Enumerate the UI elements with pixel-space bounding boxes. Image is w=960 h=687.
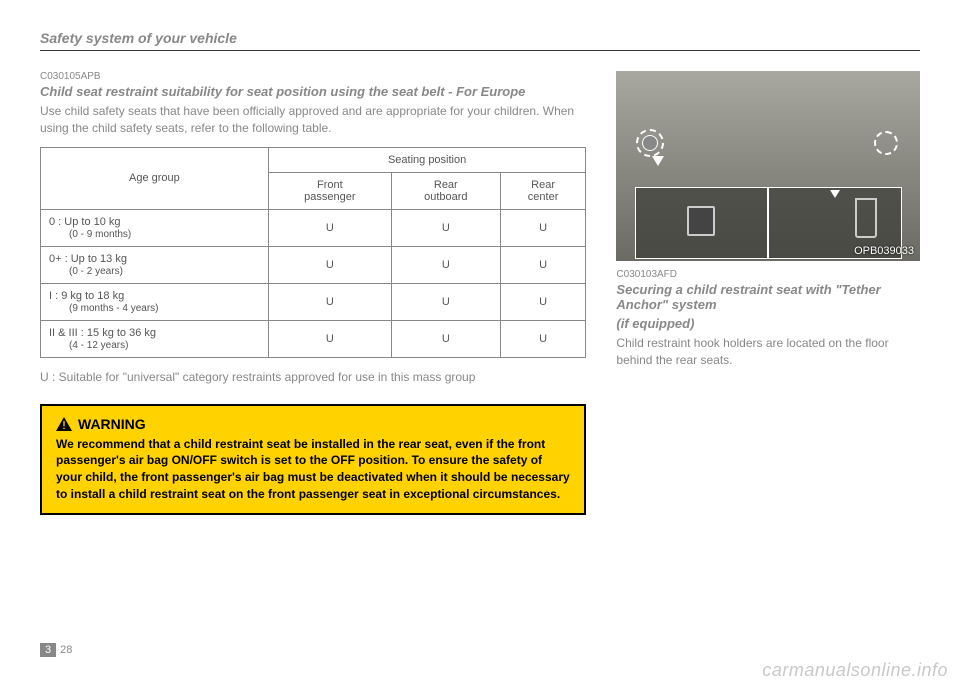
warning-box: WARNING We recommend that a child restra… (40, 404, 586, 515)
table-footnote: U : Suitable for "universal" category re… (40, 370, 586, 384)
section-code-left: C030105APB (40, 71, 586, 82)
content-columns: C030105APB Child seat restraint suitabil… (40, 71, 920, 515)
cell: U (500, 283, 586, 320)
cell: U (268, 246, 391, 283)
warning-title-row: WARNING (56, 416, 570, 432)
age-label: I : 9 kg to 18 kg (49, 290, 124, 302)
anchor-bracket-icon (687, 206, 715, 236)
warning-title-text: WARNING (78, 416, 146, 432)
hook-icon (855, 198, 877, 238)
th-front: Front passenger (268, 172, 391, 209)
cell: U (391, 283, 500, 320)
section-code-right: C030103AFD (616, 269, 920, 280)
arrow-down-icon (830, 190, 840, 198)
cell: U (500, 246, 586, 283)
page-header: Safety system of your vehicle (40, 30, 920, 51)
table-row: II & III : 15 kg to 36 kg (4 - 12 years)… (41, 320, 586, 357)
cell: U (268, 320, 391, 357)
warning-body: We recommend that a child restraint seat… (56, 436, 570, 503)
right-body-text: Child restraint hook holders are located… (616, 335, 920, 369)
age-sub: (4 - 12 years) (49, 340, 128, 351)
age-label: II & III : 15 kg to 36 kg (49, 327, 156, 339)
th-seating-position: Seating position (268, 147, 586, 172)
cell: U (500, 209, 586, 246)
subheading-right-2: (if equipped) (616, 316, 920, 331)
age-sub: (9 months - 4 years) (49, 303, 158, 314)
cell: U (268, 283, 391, 320)
photo-code-label: OPB039033 (854, 245, 914, 257)
cell: U (391, 320, 500, 357)
intro-text: Use child safety seats that have been of… (40, 103, 586, 137)
age-label: 0+ : Up to 13 kg (49, 253, 127, 265)
th-age-group: Age group (41, 147, 269, 209)
tether-anchor-photo: OPB039033 (616, 71, 920, 261)
page-section-number: 3 (40, 643, 56, 657)
subheading-right-1: Securing a child restraint seat with "Te… (616, 282, 920, 312)
warning-triangle-icon (56, 417, 72, 431)
cell: U (391, 246, 500, 283)
anchor-circle-icon (874, 131, 898, 155)
cell: U (391, 209, 500, 246)
subheading-left: Child seat restraint suitability for sea… (40, 84, 586, 99)
age-label: 0 : Up to 10 kg (49, 216, 121, 228)
page-number: 28 (60, 644, 72, 656)
cell: U (268, 209, 391, 246)
table-row: I : 9 kg to 18 kg (9 months - 4 years) U… (41, 283, 586, 320)
left-column: C030105APB Child seat restraint suitabil… (40, 71, 586, 515)
th-rear-center: Rear center (500, 172, 586, 209)
th-rear-outboard: Rear outboard (391, 172, 500, 209)
age-sub: (0 - 9 months) (49, 229, 131, 240)
table-row: 0+ : Up to 13 kg (0 - 2 years) U U U (41, 246, 586, 283)
right-column: OPB039033 C030103AFD Securing a child re… (616, 71, 920, 515)
arrow-down-icon (652, 156, 664, 166)
age-sub: (0 - 2 years) (49, 266, 123, 277)
page-footer: 3 28 (40, 643, 72, 657)
table-row: 0 : Up to 10 kg (0 - 9 months) U U U (41, 209, 586, 246)
watermark: carmanualsonline.info (762, 660, 948, 681)
suitability-table: Age group Seating position Front passeng… (40, 147, 586, 358)
cell: U (500, 320, 586, 357)
inset-anchor-closeup (635, 187, 769, 259)
